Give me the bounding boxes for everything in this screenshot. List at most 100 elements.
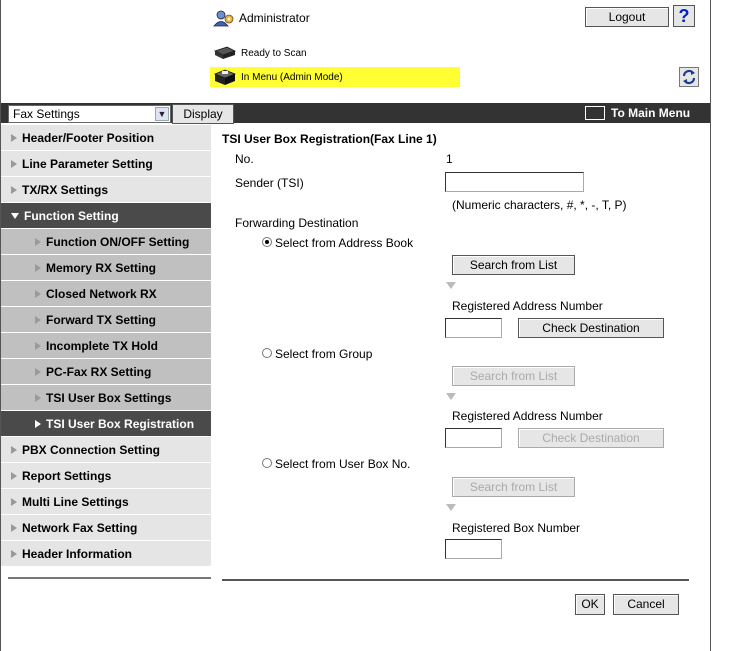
sidebar-item-function-setting[interactable]: Function Setting <box>1 203 211 229</box>
arrow-right-icon <box>11 549 17 558</box>
sidebar-item-label: Function Setting <box>24 208 119 223</box>
scan-status-text: Ready to Scan <box>241 47 307 59</box>
radio-address-book-label: Select from Address Book <box>275 236 414 250</box>
sidebar-item-tx-rx-settings[interactable]: TX/RX Settings <box>1 177 211 203</box>
sidebar-item-label: Header Information <box>22 546 133 561</box>
sidebar-item-pc-fax-rx-setting[interactable]: PC-Fax RX Setting <box>1 359 211 385</box>
sidebar-item-label: Multi Line Settings <box>22 494 129 509</box>
radio-group[interactable] <box>262 348 272 358</box>
search-from-list-button-1[interactable]: Search from List <box>452 255 575 275</box>
registered-box-number-input[interactable] <box>445 539 502 559</box>
frame-right-border <box>710 0 711 651</box>
sidebar-item-tsi-user-box-registration[interactable]: TSI User Box Registration <box>1 411 211 437</box>
arrow-right-icon <box>35 263 41 272</box>
sidebar-item-memory-rx-setting[interactable]: Memory RX Setting <box>1 255 211 281</box>
category-select[interactable]: Fax Settings ▼ <box>8 105 171 123</box>
sidebar-item-network-fax-setting[interactable]: Network Fax Setting <box>1 515 211 541</box>
arrow-down-icon <box>11 212 19 219</box>
admin-row: Administrator <box>213 7 310 29</box>
sidebar-item-label: PC-Fax RX Setting <box>46 364 152 379</box>
arrow-down-icon <box>446 504 456 511</box>
registered-address-number-input-2[interactable] <box>445 428 502 448</box>
ok-button[interactable]: OK <box>575 594 605 615</box>
radio-address-book[interactable] <box>262 237 272 247</box>
sidebar-item-label: Report Settings <box>22 468 112 483</box>
sidebar-item-label: PBX Connection Setting <box>22 442 160 457</box>
sidebar-item-forward-tx-setting[interactable]: Forward TX Setting <box>1 307 211 333</box>
arrow-right-icon <box>11 497 17 506</box>
arrow-right-icon <box>11 523 17 532</box>
logout-button[interactable]: Logout <box>585 7 669 27</box>
sidebar-item-line-parameter-setting[interactable]: Line Parameter Setting <box>1 151 211 177</box>
check-destination-button-1[interactable]: Check Destination <box>518 318 664 338</box>
sidebar-item-closed-network-rx[interactable]: Closed Network RX <box>1 281 211 307</box>
arrow-right-icon <box>11 445 17 454</box>
page-title: TSI User Box Registration(Fax Line 1) <box>222 132 437 146</box>
sender-tsi-input[interactable] <box>445 172 584 192</box>
administrator-icon <box>213 9 235 27</box>
refresh-icon[interactable] <box>679 67 699 87</box>
no-value: 1 <box>446 152 453 166</box>
sidebar-item-label: TSI User Box Registration <box>46 416 195 431</box>
check-destination-button-2[interactable]: Check Destination <box>518 428 664 448</box>
search-from-list-button-3[interactable]: Search from List <box>452 477 575 497</box>
registered-address-number-label-1: Registered Address Number <box>452 299 603 313</box>
registered-address-number-label-2: Registered Address Number <box>452 409 603 423</box>
search-from-list-button-2[interactable]: Search from List <box>452 366 575 386</box>
menu-status-bar: In Menu (Admin Mode) <box>210 67 460 87</box>
arrow-right-icon <box>35 289 41 298</box>
sidebar: Header/Footer Position Line Parameter Se… <box>1 125 211 567</box>
arrow-right-icon <box>35 237 41 246</box>
sidebar-item-label: Function ON/OFF Setting <box>46 234 190 249</box>
sidebar-item-label: Closed Network RX <box>46 286 157 301</box>
sidebar-item-label: Header/Footer Position <box>22 130 155 145</box>
machine-icon <box>213 69 237 85</box>
help-button[interactable]: ? <box>673 5 695 27</box>
forwarding-destination-label: Forwarding Destination <box>235 216 359 230</box>
sidebar-item-pbx-connection-setting[interactable]: PBX Connection Setting <box>1 437 211 463</box>
to-main-menu-link[interactable]: To Main Menu <box>585 104 690 122</box>
arrow-down-icon <box>446 393 456 400</box>
arrow-right-icon <box>11 159 17 168</box>
sidebar-item-label: TX/RX Settings <box>22 182 109 197</box>
sidebar-item-function-on-off-setting[interactable]: Function ON/OFF Setting <box>1 229 211 255</box>
arrow-right-icon <box>35 419 41 428</box>
arrow-right-icon <box>35 341 41 350</box>
main-menu-icon <box>585 106 605 120</box>
printer-icon <box>213 45 237 61</box>
arrow-right-icon <box>35 393 41 402</box>
menu-status-text: In Menu (Admin Mode) <box>241 71 343 83</box>
radio-user-box[interactable] <box>262 458 272 468</box>
arrow-right-icon <box>11 185 17 194</box>
sidebar-item-label: Memory RX Setting <box>46 260 157 275</box>
sidebar-item-multi-line-settings[interactable]: Multi Line Settings <box>1 489 211 515</box>
registered-address-number-input-1[interactable] <box>445 318 502 338</box>
arrow-right-icon <box>11 133 17 142</box>
sender-hint: (Numeric characters, #, *, -, T, P) <box>452 198 627 212</box>
sidebar-item-label: Forward TX Setting <box>46 312 157 327</box>
chevron-down-icon[interactable]: ▼ <box>155 107 169 121</box>
display-button[interactable]: Display <box>172 104 234 124</box>
category-select-value: Fax Settings <box>13 107 80 121</box>
content-divider <box>222 579 689 581</box>
arrow-right-icon <box>11 471 17 480</box>
sidebar-item-incomplete-tx-hold[interactable]: Incomplete TX Hold <box>1 333 211 359</box>
sidebar-item-header-information[interactable]: Header Information <box>1 541 211 567</box>
radio-group-label: Select from Group <box>275 347 373 361</box>
no-label: No. <box>235 152 254 166</box>
sender-label: Sender (TSI) <box>235 176 304 190</box>
sidebar-divider <box>8 577 211 579</box>
sidebar-item-label: Incomplete TX Hold <box>46 338 159 353</box>
sidebar-item-label: Network Fax Setting <box>22 520 138 535</box>
radio-user-box-label: Select from User Box No. <box>275 457 411 471</box>
sidebar-item-tsi-user-box-settings[interactable]: TSI User Box Settings <box>1 385 211 411</box>
sidebar-item-label: TSI User Box Settings <box>46 390 172 405</box>
user-name: Administrator <box>239 11 310 25</box>
scan-status: Ready to Scan <box>213 44 307 62</box>
arrow-right-icon <box>35 315 41 324</box>
main-menu-label: To Main Menu <box>611 106 691 120</box>
cancel-button[interactable]: Cancel <box>613 594 679 615</box>
sidebar-item-label: Line Parameter Setting <box>22 156 153 171</box>
sidebar-item-header-footer-position[interactable]: Header/Footer Position <box>1 125 211 151</box>
sidebar-item-report-settings[interactable]: Report Settings <box>1 463 211 489</box>
